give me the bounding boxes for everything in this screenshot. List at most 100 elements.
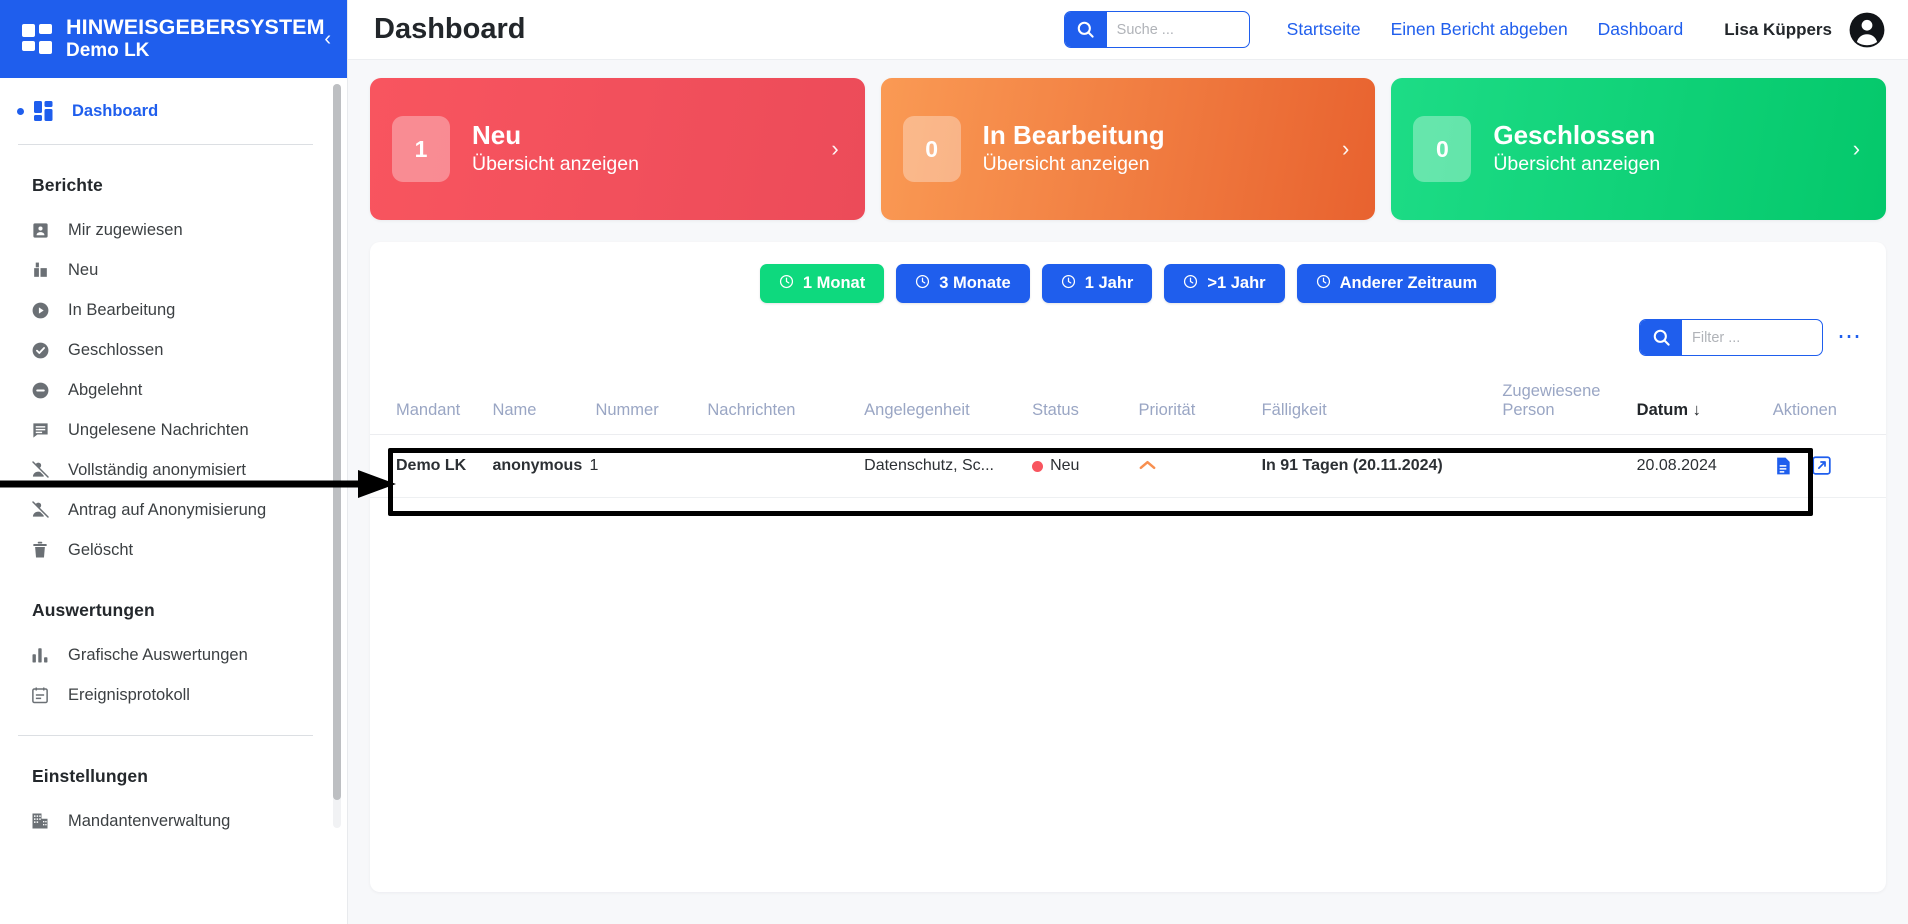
sidebar-item-label: Mir zugewiesen	[68, 220, 183, 239]
sidebar-item-label: Vollständig anonymisiert	[68, 460, 246, 479]
sidebar-item-geloescht[interactable]: Gelöscht	[0, 530, 333, 570]
sidebar-list-auswertungen: Grafische Auswertungen Ereignisprotokoll	[0, 635, 333, 715]
nav-link-dashboard[interactable]: Dashboard	[1583, 19, 1699, 40]
sidebar-item-geschlossen[interactable]: Geschlossen	[0, 330, 333, 370]
search-icon[interactable]	[1064, 12, 1107, 47]
sidebar-item-mir-zugewiesen[interactable]: Mir zugewiesen	[0, 210, 333, 250]
column-header-prioritaet[interactable]: Priorität	[1132, 372, 1256, 435]
chevron-right-icon[interactable]: ›	[1853, 136, 1860, 162]
sidebar-item-neu[interactable]: Neu	[0, 250, 333, 290]
chevron-right-icon[interactable]: ›	[1342, 136, 1349, 162]
status-card-subtitle: Übersicht anzeigen	[1493, 153, 1661, 176]
status-cards: 1 Neu Übersicht anzeigen › 0 In Bearbeit…	[348, 60, 1908, 220]
cell-mandant: Demo LK	[370, 434, 487, 498]
inbox-out-icon	[28, 258, 52, 282]
more-horizontal-icon[interactable]: ⋯	[1837, 324, 1862, 349]
column-header-name[interactable]: Name	[486, 372, 590, 435]
status-card-neu[interactable]: 1 Neu Übersicht anzeigen ›	[370, 78, 865, 220]
sidebar-item-label: Gelöscht	[68, 540, 134, 559]
status-card-title: Geschlossen	[1493, 120, 1656, 151]
sidebar-section-title-einstellungen: Einstellungen	[32, 766, 149, 786]
clock-icon	[915, 274, 930, 294]
column-header-nummer[interactable]: Nummer	[589, 372, 702, 435]
time-filter-1-jahr[interactable]: 1 Jahr	[1041, 264, 1153, 303]
play-circle-icon	[28, 298, 52, 322]
status-card-geschlossen[interactable]: 0 Geschlossen Übersicht anzeigen ›	[1391, 78, 1887, 220]
time-filter-1-monat[interactable]: 1 Monat	[759, 264, 885, 303]
sort-arrow-down-icon: ↓	[1692, 401, 1701, 419]
sidebar-item-ereignisprotokoll[interactable]: Ereignisprotokoll	[0, 675, 333, 715]
sidebar-item-mandantenverwaltung[interactable]: Mandantenverwaltung	[0, 801, 333, 841]
time-filter-bar: 1 Monat 3 Monate 1 Jahr >1 Jahr Anderer …	[370, 242, 1886, 303]
building-icon	[28, 809, 52, 833]
sidebar-scrollbar-thumb[interactable]	[333, 84, 341, 800]
nav-link-startseite[interactable]: Startseite	[1272, 19, 1376, 40]
sidebar-brand-header: HINWEISGEBERSYSTEM Demo LK ‹	[0, 0, 347, 78]
sidebar-item-label: Ereignisprotokoll	[68, 685, 190, 704]
sidebar-item-grafische-auswertungen[interactable]: Grafische Auswertungen	[0, 635, 333, 675]
global-search	[1063, 11, 1250, 48]
column-header-angelegenheit[interactable]: Angelegenheit	[858, 372, 1027, 435]
time-filter-mehr-als-1-jahr[interactable]: >1 Jahr	[1164, 264, 1285, 303]
clock-icon	[1316, 274, 1331, 294]
top-bar-right: Startseite Einen Bericht abgeben Dashboa…	[1063, 11, 1886, 49]
sidebar-item-dashboard[interactable]: Dashboard	[0, 88, 333, 134]
table-header-row: Mandant Name Nummer Nachrichten Angelege…	[370, 372, 1886, 435]
table-row[interactable]: Demo LK anonymous 1 Datenschutz, Sc... N…	[370, 434, 1886, 498]
nav-link-bericht-abgeben[interactable]: Einen Bericht abgeben	[1376, 19, 1583, 40]
user-circle-icon[interactable]	[1848, 11, 1886, 49]
status-card-subtitle: Übersicht anzeigen	[982, 153, 1150, 176]
column-header-datum[interactable]: Datum ↓	[1630, 372, 1763, 435]
table-body: Demo LK anonymous 1 Datenschutz, Sc... N…	[370, 434, 1886, 498]
status-card-title: In Bearbeitung	[982, 120, 1165, 151]
column-header-aktionen[interactable]: Aktionen	[1762, 372, 1886, 435]
table-filter-row: ⋯	[370, 303, 1886, 356]
app-logo-icon	[22, 24, 52, 54]
sidebar-item-antrag-auf-anonymisierung[interactable]: Antrag auf Anonymisierung	[0, 490, 333, 530]
sidebar-list-einstellungen: Mandantenverwaltung	[0, 801, 333, 841]
time-filter-anderer-zeitraum[interactable]: Anderer Zeitraum	[1296, 264, 1497, 303]
sidebar-item-in-bearbeitung[interactable]: In Bearbeitung	[0, 290, 333, 330]
time-filter-3-monate[interactable]: 3 Monate	[896, 264, 1030, 303]
user-name: Lisa Küppers	[1724, 19, 1832, 39]
table-filter	[1639, 319, 1823, 356]
status-label: Neu	[1050, 457, 1080, 474]
sidebar-item-vollstaendig-anonymisiert[interactable]: Vollständig anonymisiert	[0, 450, 333, 490]
search-input[interactable]	[1106, 12, 1249, 47]
trash-icon	[28, 538, 52, 562]
chevron-right-icon[interactable]: ›	[831, 136, 838, 162]
status-card-in-bearbeitung[interactable]: 0 In Bearbeitung Übersicht anzeigen ›	[880, 78, 1376, 220]
page-title: Dashboard	[374, 13, 526, 45]
sidebar-item-abgelehnt[interactable]: Abgelehnt	[0, 370, 333, 410]
sidebar-item-label: Grafische Auswertungen	[68, 645, 248, 664]
time-filter-label: 1 Monat	[802, 274, 866, 292]
table-header: Mandant Name Nummer Nachrichten Angelege…	[370, 372, 1886, 435]
sidebar-list-berichte: Mir zugewiesen Neu In Bearbeitung Geschl…	[0, 210, 333, 570]
column-header-status[interactable]: Status	[1026, 372, 1133, 435]
search-icon[interactable]	[1640, 320, 1682, 355]
brand-line-2: Demo LK	[66, 40, 150, 62]
column-header-zugewiesene-person[interactable]: Zugewiesene Person	[1496, 372, 1631, 435]
status-card-count: 0	[902, 116, 961, 182]
sidebar-item-label: Abgelehnt	[68, 380, 143, 399]
filter-input[interactable]	[1682, 320, 1822, 355]
person-slash-icon	[28, 458, 52, 482]
document-icon[interactable]	[1773, 455, 1793, 477]
cell-nachrichten	[701, 434, 859, 498]
column-header-faelligkeit[interactable]: Fälligkeit	[1255, 372, 1497, 435]
cell-name: anonymous	[486, 434, 590, 498]
chevron-left-icon[interactable]: ‹	[324, 29, 331, 49]
external-link-icon[interactable]	[1811, 455, 1832, 477]
sidebar-section-title-auswertungen: Auswertungen	[32, 600, 155, 620]
sidebar-item-label: Neu	[68, 260, 99, 279]
person-slash-icon	[28, 498, 52, 522]
sidebar-item-label: Geschlossen	[68, 340, 164, 359]
column-header-nachrichten[interactable]: Nachrichten	[701, 372, 859, 435]
cell-nummer: 1	[589, 434, 702, 498]
sidebar-item-ungelesene-nachrichten[interactable]: Ungelesene Nachrichten	[0, 410, 333, 450]
sidebar: HINWEISGEBERSYSTEM Demo LK ‹ Dashboard B…	[0, 0, 348, 924]
sidebar-item-label: Antrag auf Anonymisierung	[68, 500, 267, 519]
sidebar-item-label: Mandantenverwaltung	[68, 811, 231, 830]
column-header-mandant[interactable]: Mandant	[370, 372, 487, 435]
reports-table: Mandant Name Nummer Nachrichten Angelege…	[370, 372, 1886, 498]
